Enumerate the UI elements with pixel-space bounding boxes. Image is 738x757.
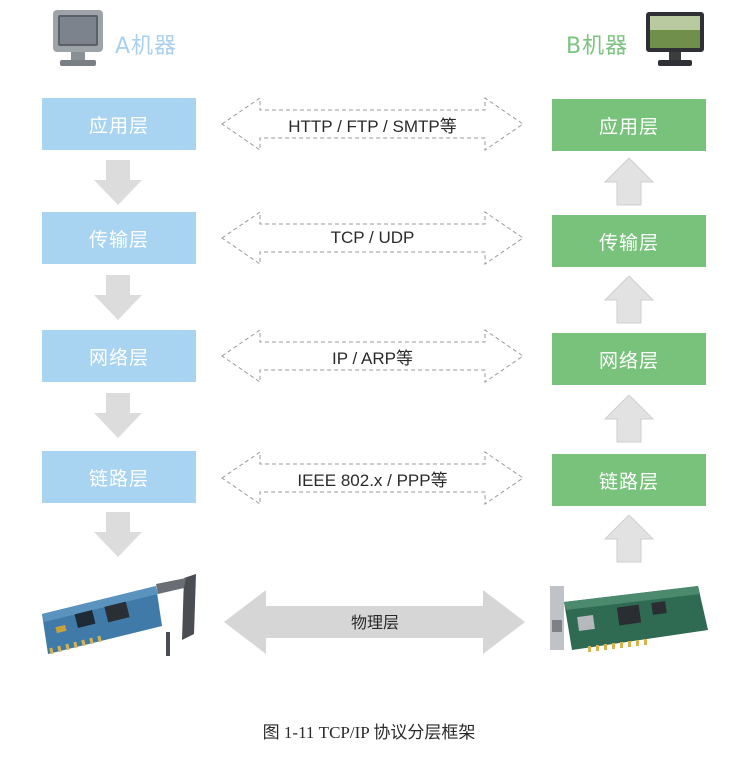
protocol-arrow-link: IEEE 802.x / PPP等 [220,450,525,506]
monitor-a-icon [50,8,106,70]
up-arrow-icon [603,395,655,443]
protocol-label: TCP / UDP [330,228,415,247]
network-card-b-icon [550,586,708,652]
down-arrow-icon [94,393,142,438]
protocol-label: IEEE 802.x / PPP等 [297,470,448,490]
protocol-arrow-network: IP / ARP等 [220,328,525,384]
protocol-arrow-application: HTTP / FTP / SMTP等 [220,96,525,152]
layer-b-link: 链路层 [552,454,706,506]
down-arrow-icon [94,512,142,557]
layer-b-transport: 传输层 [552,215,706,267]
up-arrow-icon [603,158,655,206]
up-arrow-icon [603,515,655,563]
down-arrow-icon [94,160,142,205]
layer-b-network: 网络层 [552,333,706,385]
protocol-label: IP / ARP等 [332,348,413,368]
machine-a-label: A机器 [115,34,178,59]
network-card-a-icon [42,574,196,656]
down-arrow-icon [94,275,142,320]
figure-caption: 图 1-11 TCP/IP 协议分层框架 [262,723,476,742]
layer-a-application: 应用层 [42,98,196,150]
layer-a-link: 链路层 [42,451,196,503]
layer-a-network: 网络层 [42,330,196,382]
up-arrow-icon [603,276,655,324]
layer-a-transport: 传输层 [42,212,196,264]
monitor-b-icon [644,10,706,70]
physical-layer-label: 物理层 [350,613,399,632]
layer-b-application: 应用层 [552,99,706,151]
machine-b-label: B机器 [566,34,629,59]
protocol-label: HTTP / FTP / SMTP等 [288,116,457,136]
protocol-arrow-transport: TCP / UDP [220,210,525,266]
